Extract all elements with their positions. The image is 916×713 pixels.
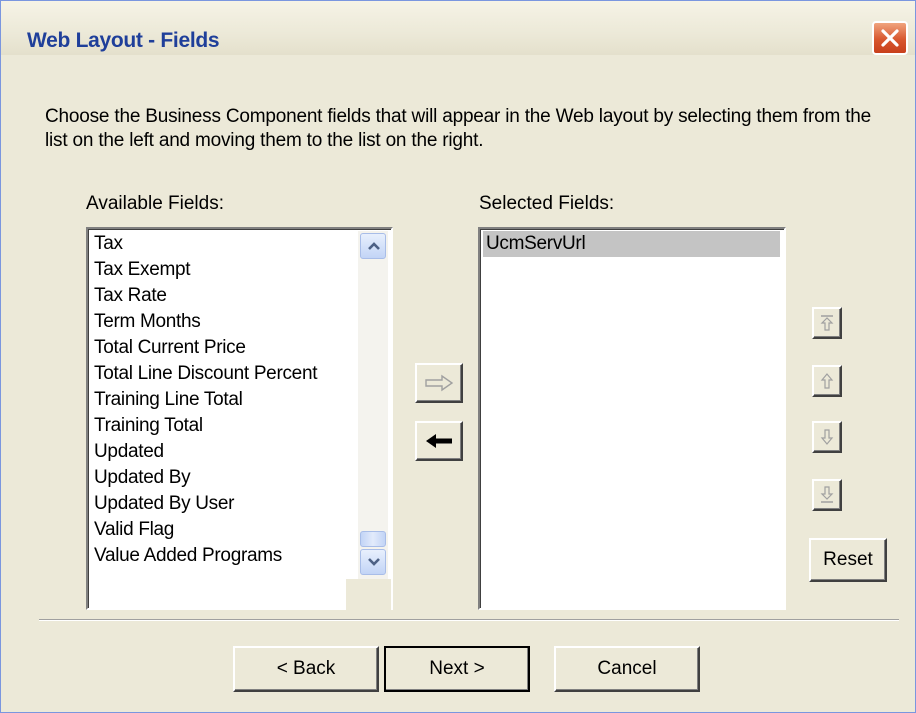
list-item[interactable]: UcmServUrl [483, 231, 780, 257]
move-down-button[interactable] [812, 421, 842, 453]
list-corner [346, 579, 391, 612]
list-item[interactable]: Training Total [94, 413, 203, 439]
available-list-scrollbar[interactable] [358, 231, 388, 579]
window-title: Web Layout - Fields [27, 29, 220, 52]
back-button[interactable]: < Back [233, 646, 379, 692]
move-to-bottom-icon [820, 486, 834, 503]
reset-button[interactable]: Reset [809, 538, 887, 582]
next-button[interactable]: Next > [384, 646, 530, 692]
cancel-button[interactable]: Cancel [554, 646, 700, 692]
available-fields-label: Available Fields: [86, 193, 225, 214]
remove-field-button[interactable] [415, 421, 463, 461]
scroll-thumb[interactable] [360, 531, 386, 547]
list-item[interactable]: Tax [94, 231, 123, 257]
move-down-icon [820, 429, 834, 445]
dialog-window: Web Layout - Fields Choose the Business … [0, 0, 916, 713]
list-item[interactable]: Valid Flag [94, 517, 174, 543]
selected-fields-label: Selected Fields: [479, 193, 615, 214]
move-to-top-button[interactable] [812, 307, 842, 339]
list-item[interactable]: Tax Rate [94, 283, 167, 309]
list-item[interactable]: Total Line Discount Percent [94, 361, 318, 387]
move-to-bottom-button[interactable] [812, 479, 842, 511]
close-icon [881, 29, 899, 47]
list-item[interactable]: Total Current Price [94, 335, 246, 361]
available-fields-list[interactable]: Tax Tax Exempt Tax Rate Term Months Total Cu… [86, 227, 393, 612]
instructions-text: Choose the Business Component fields tha… [45, 106, 872, 151]
list-item[interactable]: Training Line Total [94, 387, 243, 413]
list-item[interactable]: Updated By User [94, 491, 234, 517]
list-item[interactable]: Value Added Programs [94, 543, 282, 569]
scroll-up-button[interactable] [360, 233, 386, 259]
list-item[interactable]: Updated [94, 439, 164, 465]
list-item[interactable]: Term Months [94, 309, 201, 335]
move-up-button[interactable] [812, 365, 842, 397]
arrow-left-icon [426, 434, 452, 448]
add-field-button[interactable] [415, 363, 463, 403]
scroll-down-button[interactable] [360, 549, 386, 575]
title-bar: Web Layout - Fields [1, 1, 915, 55]
selected-fields-list[interactable]: UcmServUrl [478, 227, 786, 610]
move-to-top-icon [820, 315, 834, 331]
chevron-up-icon [368, 242, 380, 250]
arrow-right-icon [425, 374, 454, 392]
divider [39, 619, 899, 621]
close-button[interactable] [872, 21, 908, 55]
chevron-down-icon [368, 558, 380, 566]
move-up-icon [820, 373, 834, 389]
list-item[interactable]: Updated By [94, 465, 191, 491]
list-item[interactable]: Tax Exempt [94, 257, 191, 283]
